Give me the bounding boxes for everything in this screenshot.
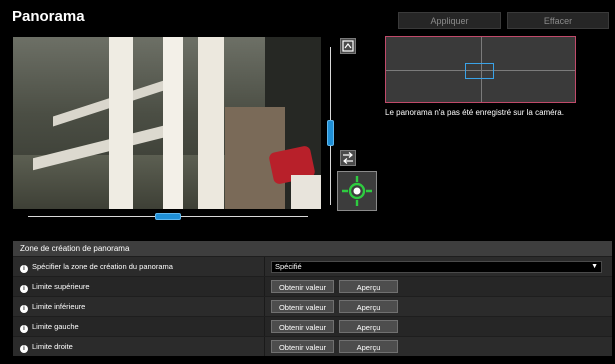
ptz-target-button[interactable] — [337, 171, 377, 211]
info-icon[interactable]: i — [20, 345, 28, 353]
panorama-status-message: Le panorama n'a pas été enregistré sur l… — [385, 108, 564, 117]
table-row: i Spécifier la zone de création du panora… — [13, 256, 612, 276]
preview-button[interactable]: Aperçu — [339, 340, 398, 353]
row-label-container: i Limite supérieure — [13, 277, 265, 296]
info-icon[interactable]: i — [20, 265, 28, 273]
table-row: i Limite supérieure Obtenir valeur Aperçu — [13, 276, 612, 296]
limit-label: Limite inférieure — [32, 302, 86, 311]
table-row: i Limite inférieure Obtenir valeur Aperçu — [13, 296, 612, 316]
camera-pillar — [163, 37, 183, 209]
swap-arrows-icon — [343, 152, 353, 164]
zoom-slider-thumb[interactable] — [327, 120, 334, 146]
camera-pillar — [109, 37, 133, 209]
zone-select-value: Spécifié — [275, 262, 302, 271]
limit-label: Limite droite — [32, 342, 73, 351]
preview-button[interactable]: Aperçu — [339, 320, 398, 333]
row-label-container: i Limite droite — [13, 337, 265, 356]
chevron-down-icon: ▼ — [591, 263, 598, 270]
info-icon[interactable]: i — [20, 305, 28, 313]
camera-live-view[interactable] — [13, 37, 321, 209]
camera-pillar — [198, 37, 224, 209]
crosshair-icon — [342, 176, 372, 206]
panorama-view-frame[interactable] — [465, 63, 494, 79]
row-label-container: i Spécifier la zone de création du panora… — [13, 257, 265, 276]
panorama-view-icon — [342, 40, 354, 52]
preview-button[interactable]: Aperçu — [339, 300, 398, 313]
get-value-button[interactable]: Obtenir valeur — [271, 340, 334, 353]
swap-view-button[interactable] — [340, 150, 356, 166]
info-icon[interactable]: i — [20, 325, 28, 333]
panorama-preview[interactable] — [385, 36, 576, 103]
apply-button[interactable]: Appliquer — [398, 12, 501, 29]
preview-button[interactable]: Aperçu — [339, 280, 398, 293]
get-value-button[interactable]: Obtenir valeur — [271, 320, 334, 333]
zone-label: Spécifier la zone de création du panoram… — [32, 262, 173, 271]
page-title: Panorama — [12, 8, 85, 25]
zone-select[interactable]: Spécifié ▼ — [271, 261, 602, 273]
row-label-container: i Limite gauche — [13, 317, 265, 336]
table-row: i Limite droite Obtenir valeur Aperçu — [13, 336, 612, 356]
clear-button[interactable]: Effacer — [507, 12, 609, 29]
limit-label: Limite gauche — [32, 322, 79, 331]
settings-table: Zone de création de panorama i Spécifier … — [13, 241, 612, 356]
section-header: Zone de création de panorama — [13, 241, 612, 256]
camera-white-box — [291, 175, 321, 209]
get-value-button[interactable]: Obtenir valeur — [271, 300, 334, 313]
table-row: i Limite gauche Obtenir valeur Aperçu — [13, 316, 612, 336]
panorama-view-button[interactable] — [340, 38, 356, 54]
pan-slider-thumb[interactable] — [155, 213, 181, 220]
get-value-button[interactable]: Obtenir valeur — [271, 280, 334, 293]
row-label-container: i Limite inférieure — [13, 297, 265, 316]
info-icon[interactable]: i — [20, 285, 28, 293]
limit-label: Limite supérieure — [32, 282, 90, 291]
